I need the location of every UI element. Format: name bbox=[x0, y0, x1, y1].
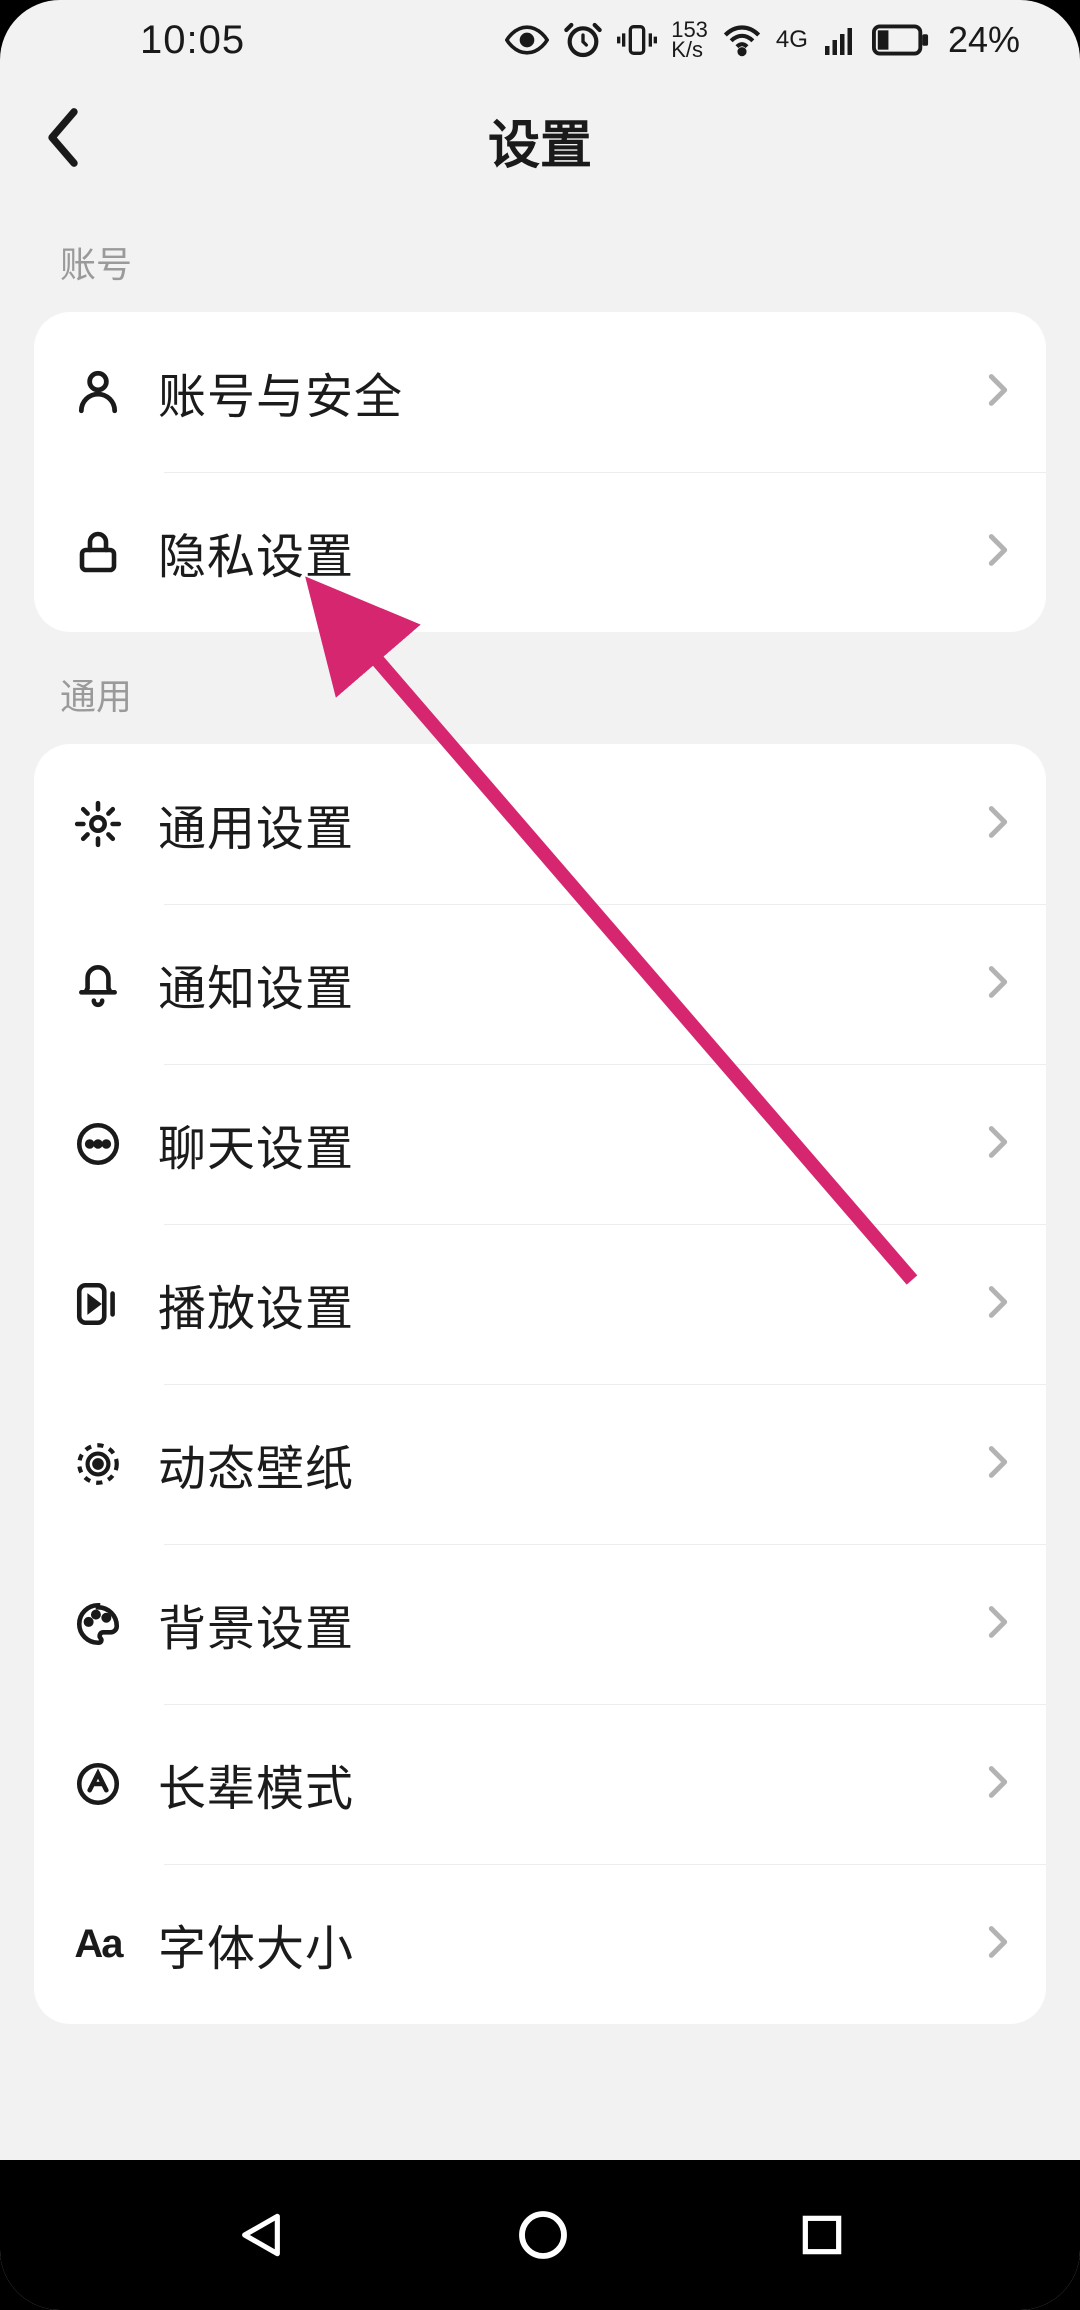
chevron-right-icon bbox=[984, 1122, 1012, 1167]
chevron-left-icon bbox=[40, 105, 86, 171]
gear-icon bbox=[68, 799, 128, 849]
section-label-account: 账号 bbox=[0, 200, 1080, 312]
chevron-right-icon bbox=[984, 1442, 1012, 1487]
row-general-settings[interactable]: 通用设置 bbox=[34, 744, 1046, 904]
row-live-wallpaper[interactable]: 动态壁纸 bbox=[34, 1384, 1046, 1544]
row-label: 通用设置 bbox=[158, 789, 984, 859]
status-bar: 10:05 153 K/s 4G 24% bbox=[0, 0, 1080, 80]
app-header: 设置 bbox=[0, 80, 1080, 200]
target-icon bbox=[68, 1439, 128, 1489]
row-label: 背景设置 bbox=[158, 1589, 984, 1659]
chevron-right-icon bbox=[984, 1282, 1012, 1327]
chat-icon bbox=[68, 1119, 128, 1169]
chevron-right-icon bbox=[984, 962, 1012, 1007]
row-label: 隐私设置 bbox=[158, 517, 984, 587]
nav-recent-button[interactable] bbox=[797, 2210, 847, 2260]
status-icons: 153 K/s 4G 24% bbox=[505, 18, 1020, 62]
vibrate-icon bbox=[617, 20, 657, 60]
chevron-right-icon bbox=[984, 802, 1012, 847]
chevron-right-icon bbox=[984, 1762, 1012, 1807]
bell-icon bbox=[68, 959, 128, 1009]
signal-icon bbox=[822, 22, 858, 58]
font-size-icon: Aa bbox=[68, 1922, 128, 1967]
nav-back-button[interactable] bbox=[233, 2207, 289, 2263]
network-speed: 153 K/s bbox=[671, 20, 708, 60]
row-label: 播放设置 bbox=[158, 1269, 984, 1339]
battery-icon bbox=[872, 22, 930, 58]
battery-percent: 24% bbox=[948, 19, 1020, 61]
section-label-general: 通用 bbox=[0, 632, 1080, 744]
lock-icon bbox=[68, 528, 128, 576]
row-label: 动态壁纸 bbox=[158, 1429, 984, 1499]
wifi-icon bbox=[722, 20, 762, 60]
chevron-right-icon bbox=[984, 1922, 1012, 1967]
status-time: 10:05 bbox=[140, 18, 245, 63]
system-nav-bar bbox=[0, 2160, 1080, 2310]
row-label: 长辈模式 bbox=[158, 1749, 984, 1819]
device-frame: 10:05 153 K/s 4G 24% 设置 bbox=[0, 0, 1080, 2310]
card-account: 账号与安全 隐私设置 bbox=[34, 312, 1046, 632]
alarm-icon bbox=[563, 20, 603, 60]
row-chat-settings[interactable]: 聊天设置 bbox=[34, 1064, 1046, 1224]
row-account-security[interactable]: 账号与安全 bbox=[34, 312, 1046, 472]
back-button[interactable] bbox=[40, 105, 86, 176]
page-title: 设置 bbox=[30, 103, 1050, 178]
chevron-right-icon bbox=[984, 1602, 1012, 1647]
network-type-label: 4G bbox=[776, 26, 808, 54]
row-font-size[interactable]: Aa 字体大小 bbox=[34, 1864, 1046, 2024]
play-icon bbox=[68, 1279, 128, 1329]
row-playback-settings[interactable]: 播放设置 bbox=[34, 1224, 1046, 1384]
row-label: 账号与安全 bbox=[158, 357, 984, 427]
row-label: 字体大小 bbox=[158, 1909, 984, 1979]
card-general: 通用设置 通知设置 聊天设置 播放设置 bbox=[34, 744, 1046, 2024]
row-notification-settings[interactable]: 通知设置 bbox=[34, 904, 1046, 1064]
person-icon bbox=[68, 367, 128, 417]
nav-home-button[interactable] bbox=[515, 2207, 571, 2263]
row-label: 聊天设置 bbox=[158, 1109, 984, 1179]
row-privacy-settings[interactable]: 隐私设置 bbox=[34, 472, 1046, 632]
accessibility-icon bbox=[68, 1759, 128, 1809]
chevron-right-icon bbox=[984, 530, 1012, 575]
chevron-right-icon bbox=[984, 370, 1012, 415]
row-elder-mode[interactable]: 长辈模式 bbox=[34, 1704, 1046, 1864]
row-background-settings[interactable]: 背景设置 bbox=[34, 1544, 1046, 1704]
eye-icon bbox=[505, 18, 549, 62]
row-label: 通知设置 bbox=[158, 949, 984, 1019]
palette-icon bbox=[68, 1599, 128, 1649]
content-fade bbox=[0, 2152, 1080, 2160]
